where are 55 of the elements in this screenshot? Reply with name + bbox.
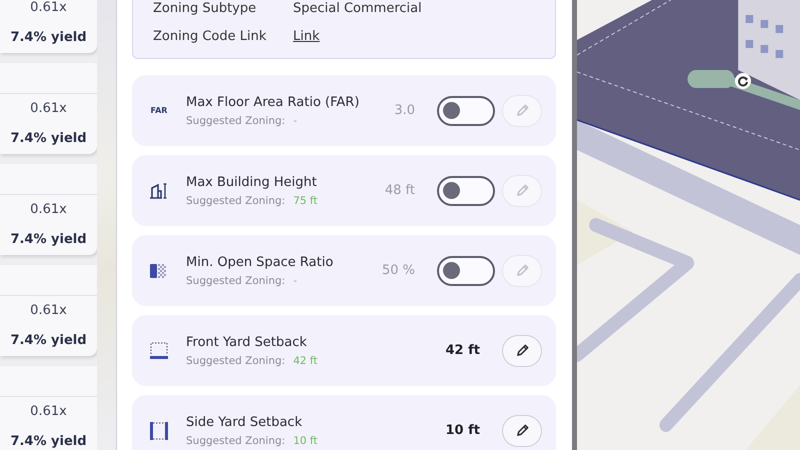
metric-icon <box>149 182 169 198</box>
pencil-icon <box>514 343 530 358</box>
field-value: Special Commercial <box>293 0 422 16</box>
pencil-icon <box>514 423 530 438</box>
ratio-text: 0.61x <box>30 302 67 320</box>
result-card[interactable]: 0.61x 7.4% yield <box>0 164 97 255</box>
rotate-icon[interactable] <box>735 73 751 89</box>
suggested-label: Suggested Zoning: <box>186 354 286 366</box>
result-card[interactable]: 0.61x 7.4% yield <box>0 63 97 154</box>
metric-value: 42 ft <box>446 343 480 358</box>
toggle-switch[interactable] <box>437 96 495 126</box>
pencil-icon <box>514 263 530 278</box>
result-card[interactable]: 0.61x 7.4% yield <box>0 366 97 450</box>
suggested-value: - <box>293 114 298 126</box>
result-card[interactable]: 0.61x 7.4% yield <box>0 265 97 356</box>
metric-value: 10 ft <box>446 423 480 438</box>
suggested-label: Suggested Zoning: <box>186 274 286 286</box>
yield-text: 7.4% yield <box>10 130 87 148</box>
yield-text: 7.4% yield <box>10 332 87 350</box>
suggested-value: 42 ft <box>293 354 318 366</box>
field-label: Zoning Subtype <box>153 0 258 16</box>
toggle-switch[interactable] <box>437 256 495 286</box>
ratio-text: 0.61x <box>30 100 67 118</box>
result-card[interactable]: 0.61x 7.4% yield <box>0 0 97 53</box>
toggle-switch[interactable] <box>437 176 495 206</box>
suggested-value: 10 ft <box>293 434 318 446</box>
far-label: FAR <box>150 106 168 115</box>
metric-value: 48 ft <box>384 183 415 198</box>
ratio-text: 0.61x <box>30 403 67 421</box>
metric-value: 3.0 <box>394 103 415 118</box>
ratio-text: 0.61x <box>30 0 67 17</box>
pencil-icon <box>514 183 530 198</box>
metric-title: Side Yard Setback <box>186 414 304 430</box>
suggested-label: Suggested Zoning: <box>186 194 286 206</box>
pencil-icon <box>514 103 530 118</box>
suggested-value: - <box>293 274 298 286</box>
yield-text: 7.4% yield <box>10 433 87 450</box>
metric-icon <box>150 262 168 278</box>
suggested-label: Suggested Zoning: <box>186 114 286 126</box>
metric-value: 50 % <box>382 263 415 278</box>
zoning-code-link[interactable]: Link <box>293 28 320 44</box>
yield-text: 7.4% yield <box>10 231 87 249</box>
suggested-value: 75 ft <box>293 194 318 206</box>
metric-title: Front Yard Setback <box>186 334 308 350</box>
suggested-label: Suggested Zoning: <box>186 434 286 446</box>
metric-title: Min. Open Space Ratio <box>186 254 334 270</box>
yield-text: 7.4% yield <box>10 29 87 47</box>
metric-title: Max Building Height <box>186 174 318 190</box>
edit-button[interactable] <box>502 334 542 366</box>
metric-icon <box>150 422 168 440</box>
ratio-text: 0.61x <box>30 201 67 219</box>
field-label: Zoning Code Link <box>153 28 268 44</box>
metric-title: Max Floor Area Ratio (FAR) <box>186 94 360 110</box>
edit-button[interactable] <box>502 414 542 446</box>
metric-icon <box>150 342 168 360</box>
